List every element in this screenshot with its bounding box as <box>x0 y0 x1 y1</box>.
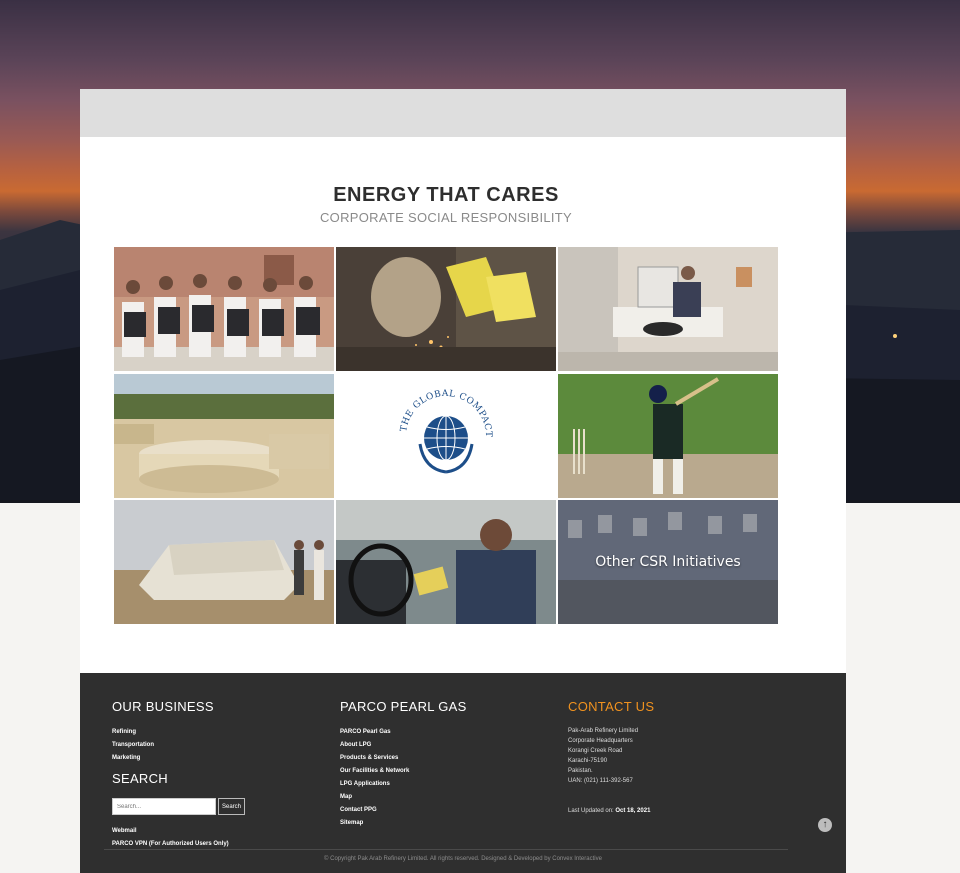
tile-global-compact[interactable]: THE GLOBAL COMPACT <box>336 374 556 498</box>
scroll-to-top-button[interactable]: ↑ <box>818 818 832 832</box>
search-heading: SEARCH <box>112 771 168 786</box>
tile-cricket[interactable] <box>558 374 778 498</box>
contact-address: Pak-Arab Refinery Limited Corporate Head… <box>568 726 654 786</box>
contact-line: Pak-Arab Refinery Limited <box>568 728 639 734</box>
card-header-bar <box>80 89 846 137</box>
tile-welding-worker[interactable] <box>336 247 556 371</box>
tile-medical-xray[interactable] <box>558 247 778 371</box>
arrow-up-circle-icon: ↑ <box>822 819 828 830</box>
pearl-gas-links: PARCO Pearl Gas About LPG Products & Ser… <box>340 726 467 830</box>
footer-contact-column: CONTACT US Pak-Arab Refinery Limited Cor… <box>568 699 654 814</box>
cricket-photo <box>558 374 778 498</box>
search-button[interactable]: Search <box>218 798 246 815</box>
pearl-gas-heading: PARCO PEARL GAS <box>340 699 467 714</box>
other-csr-overlay: Other CSR Initiatives <box>558 500 778 624</box>
other-csr-label: Other CSR Initiatives <box>595 554 741 570</box>
link-refining[interactable]: Refining <box>112 726 245 739</box>
link-transportation[interactable]: Transportation <box>112 739 245 752</box>
contact-line: Korangi Creek Road <box>568 748 623 754</box>
link-webmail[interactable]: Webmail <box>112 825 245 838</box>
link-lpg-applications[interactable]: LPG Applications <box>340 778 467 791</box>
link-sitemap[interactable]: Sitemap <box>340 817 467 830</box>
link-products-services[interactable]: Products & Services <box>340 752 467 765</box>
footer-business-column: OUR BUSINESS Refining Transportation Mar… <box>112 699 246 851</box>
contact-heading: CONTACT US <box>568 699 655 714</box>
search-input[interactable] <box>112 798 216 815</box>
footer-divider <box>104 849 788 850</box>
csr-card: ENERGY THAT CARES CORPORATE SOCIAL RESPO… <box>80 89 846 673</box>
hospital-photo <box>558 247 778 371</box>
contact-line: Karachi-75190 <box>568 758 608 764</box>
tile-relief-tent[interactable] <box>114 500 334 624</box>
section-title: ENERGY THAT CARES <box>333 184 559 206</box>
link-contact-ppg[interactable]: Contact PPG <box>340 804 467 817</box>
footer-pearl-gas-column: PARCO PEARL GAS PARCO Pearl Gas About LP… <box>340 699 467 830</box>
link-map[interactable]: Map <box>340 791 467 804</box>
copyright-text: © Copyright Pak Arab Refinery Limited. A… <box>324 856 602 862</box>
search-form: Search <box>112 798 246 815</box>
students-photo <box>114 247 334 371</box>
link-facilities-network[interactable]: Our Facilities & Network <box>340 765 467 778</box>
site-footer: OUR BUSINESS Refining Transportation Mar… <box>80 673 846 873</box>
business-heading: OUR BUSINESS <box>112 699 214 714</box>
last-updated: Last Updated on: Oct 18, 2021 <box>568 808 654 814</box>
link-marketing[interactable]: Marketing <box>112 752 245 765</box>
water-plant-photo <box>114 374 334 498</box>
tile-other-csr[interactable]: Other CSR Initiatives <box>558 500 778 624</box>
tent-photo <box>114 500 334 624</box>
tile-driver-training[interactable] <box>336 500 556 624</box>
link-parco-pearl-gas[interactable]: PARCO Pearl Gas <box>340 726 467 739</box>
business-links: Refining Transportation Marketing <box>112 726 245 765</box>
driver-photo <box>336 500 556 624</box>
last-updated-value: Oct 18, 2021 <box>615 808 651 814</box>
contact-line: UAN: (021) 111-392-567 <box>568 778 633 784</box>
last-updated-label: Last Updated on: <box>568 808 614 814</box>
tile-water-treatment[interactable] <box>114 374 334 498</box>
extra-links: Webmail PARCO VPN (For Authorized Users … <box>112 825 245 851</box>
contact-line: Pakistan. <box>568 768 593 774</box>
contact-line: Corporate Headquarters <box>568 738 633 744</box>
global-compact-logo: THE GLOBAL COMPACT <box>336 374 556 498</box>
link-about-lpg[interactable]: About LPG <box>340 739 467 752</box>
section-subtitle: CORPORATE SOCIAL RESPONSIBILITY <box>319 210 573 225</box>
csr-image-grid: THE GLOBAL COMPACT Other CSR Initiatives <box>114 247 778 624</box>
welding-photo <box>336 247 556 371</box>
tile-education-students[interactable] <box>114 247 334 371</box>
